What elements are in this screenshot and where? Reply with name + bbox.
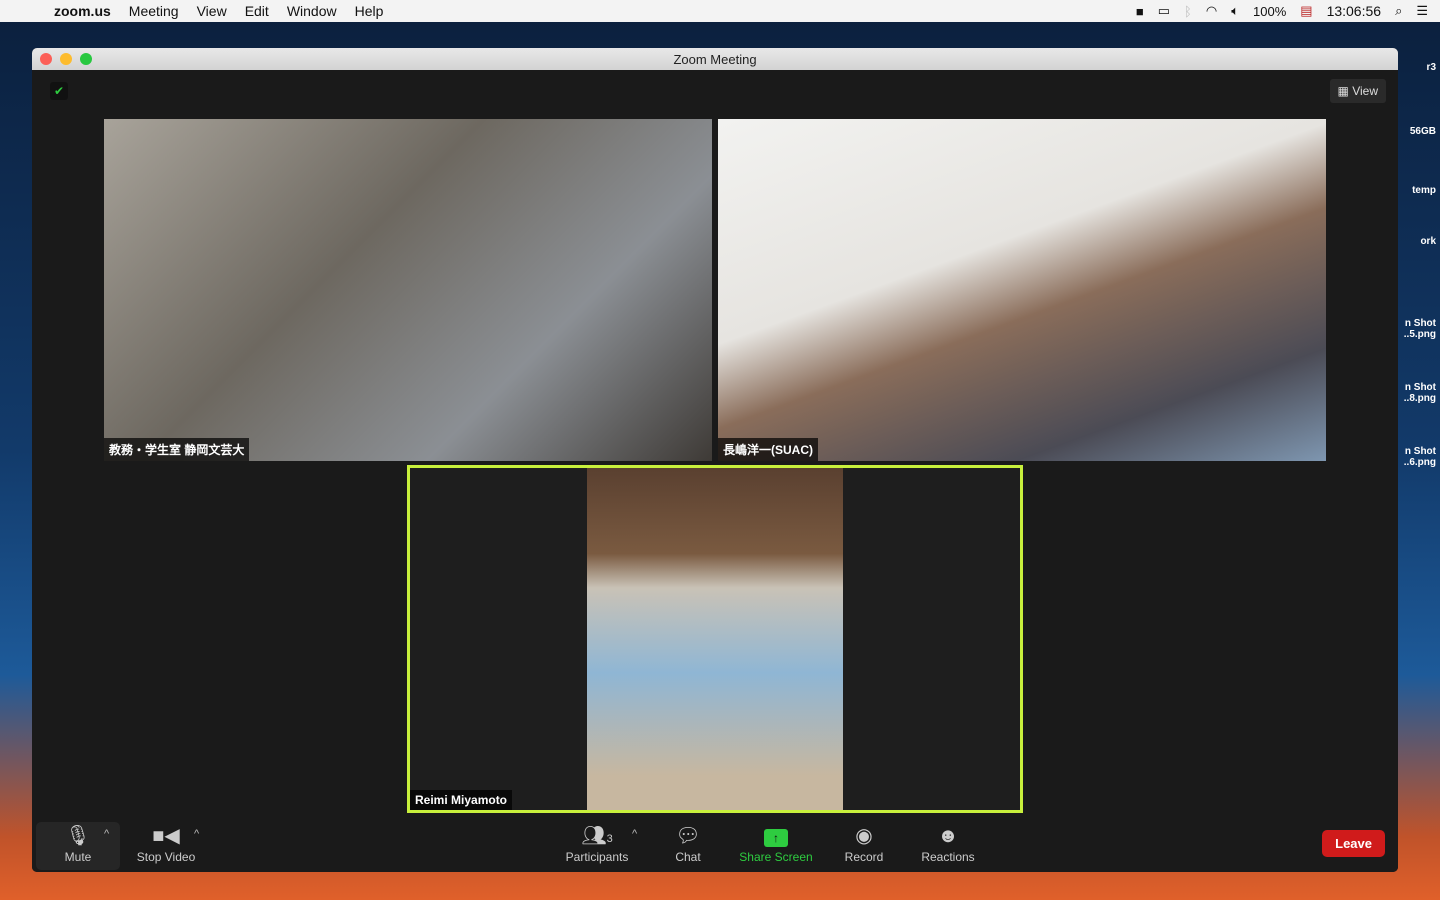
stop-video-label: Stop Video (136, 850, 196, 864)
share-screen-icon: ↑ (764, 824, 788, 850)
search-icon[interactable]: ⌕ (1395, 3, 1402, 19)
participant-count: 3 (606, 833, 613, 845)
video-tile[interactable]: 教務・学生室 静岡文芸大 (104, 119, 712, 461)
grid-icon: ▦ (1337, 84, 1353, 98)
menu-bar: zoom.us Meeting View Edit Window Help ■ … (0, 0, 1440, 22)
video-tile[interactable]: 長嶋洋一(SUAC) (718, 119, 1326, 461)
desktop-item[interactable]: temp (1396, 185, 1436, 196)
participant-name: Reimi Miyamoto (410, 790, 513, 810)
security-shield-icon[interactable]: ✔ (50, 82, 68, 100)
participant-name: 教務・学生室 静岡文芸大 (104, 438, 250, 461)
desktop-item[interactable]: ork (1396, 236, 1436, 247)
desktop-item[interactable]: r3 (1396, 62, 1436, 73)
participants-icon: 👥︎3 (581, 825, 613, 847)
close-button[interactable] (40, 53, 52, 65)
menu-help[interactable]: Help (355, 3, 384, 19)
clock[interactable]: 13:06:56 (1327, 3, 1382, 19)
menu-meeting[interactable]: Meeting (129, 3, 179, 19)
video-tile-active-speaker[interactable]: Reimi Miyamoto (407, 465, 1023, 813)
zoom-button[interactable] (80, 53, 92, 65)
desktop-item[interactable]: n Shot ..6.png (1396, 446, 1436, 468)
reactions-button[interactable]: ☻ Reactions (916, 822, 980, 870)
record-icon: ◉ (855, 825, 873, 847)
desktop-item[interactable]: 56GB (1396, 126, 1436, 137)
flag-icon[interactable]: ▤ (1300, 3, 1312, 19)
airplay-icon[interactable]: ▭ (1158, 3, 1170, 19)
video-area: ✔ ▦ View 教務・学生室 静岡文芸大 長嶋洋一(SUAC) Reimi M… (32, 70, 1398, 813)
minimize-button[interactable] (60, 53, 72, 65)
menu-view[interactable]: View (197, 3, 227, 19)
reactions-icon: ☻ (937, 825, 959, 847)
microphone-icon: 🎙︎ (65, 825, 91, 847)
mute-label: Mute (64, 850, 92, 864)
record-button[interactable]: ◉ Record (838, 822, 890, 870)
desktop-item[interactable]: n Shot ..8.png (1396, 382, 1436, 404)
view-label: View (1352, 84, 1378, 98)
participants-label: Participants (565, 850, 629, 864)
zoom-status-icon[interactable]: ■ (1136, 4, 1144, 19)
menu-window[interactable]: Window (287, 3, 337, 19)
wifi-icon[interactable]: ◠ (1206, 3, 1217, 19)
view-button[interactable]: ▦ View (1329, 79, 1386, 103)
chat-button[interactable]: 💬︎ Chat (666, 822, 710, 870)
menu-app[interactable]: zoom.us (54, 3, 111, 19)
audio-options-caret[interactable]: ^ (104, 828, 109, 840)
chat-icon: 💬︎ (675, 825, 701, 847)
volume-icon[interactable]: 🔈︎ (1231, 3, 1239, 19)
video-feed (587, 468, 843, 810)
zoom-window: Zoom Meeting ✔ ▦ View 教務・学生室 静岡文芸大 長嶋洋一(… (32, 48, 1398, 872)
battery-percent[interactable]: 100% (1253, 4, 1286, 19)
stop-video-button[interactable]: ■◀ Stop Video (130, 822, 202, 870)
title-bar: Zoom Meeting (32, 48, 1398, 70)
list-icon[interactable]: ☰ (1416, 3, 1428, 19)
desktop-item[interactable]: n Shot ..5.png (1396, 318, 1436, 340)
participant-name: 長嶋洋一(SUAC) (718, 438, 818, 461)
leave-button[interactable]: Leave (1322, 830, 1385, 857)
share-screen-button[interactable]: ↑ Share Screen (732, 822, 820, 870)
meeting-toolbar: 🎙︎ Mute ^ ■◀ Stop Video ^ 👥︎3 Participants … (32, 818, 1398, 872)
chat-label: Chat (675, 850, 701, 864)
window-title: Zoom Meeting (673, 51, 757, 67)
participants-caret[interactable]: ^ (632, 828, 637, 840)
record-label: Record (844, 850, 884, 864)
video-camera-icon: ■◀ (152, 825, 180, 847)
participants-button[interactable]: 👥︎3 Participants (560, 822, 634, 870)
share-screen-label: Share Screen (739, 850, 813, 864)
video-options-caret[interactable]: ^ (194, 828, 199, 840)
reactions-label: Reactions (921, 850, 975, 864)
menu-edit[interactable]: Edit (245, 3, 269, 19)
bluetooth-icon[interactable]: ᛒ (1184, 4, 1192, 19)
